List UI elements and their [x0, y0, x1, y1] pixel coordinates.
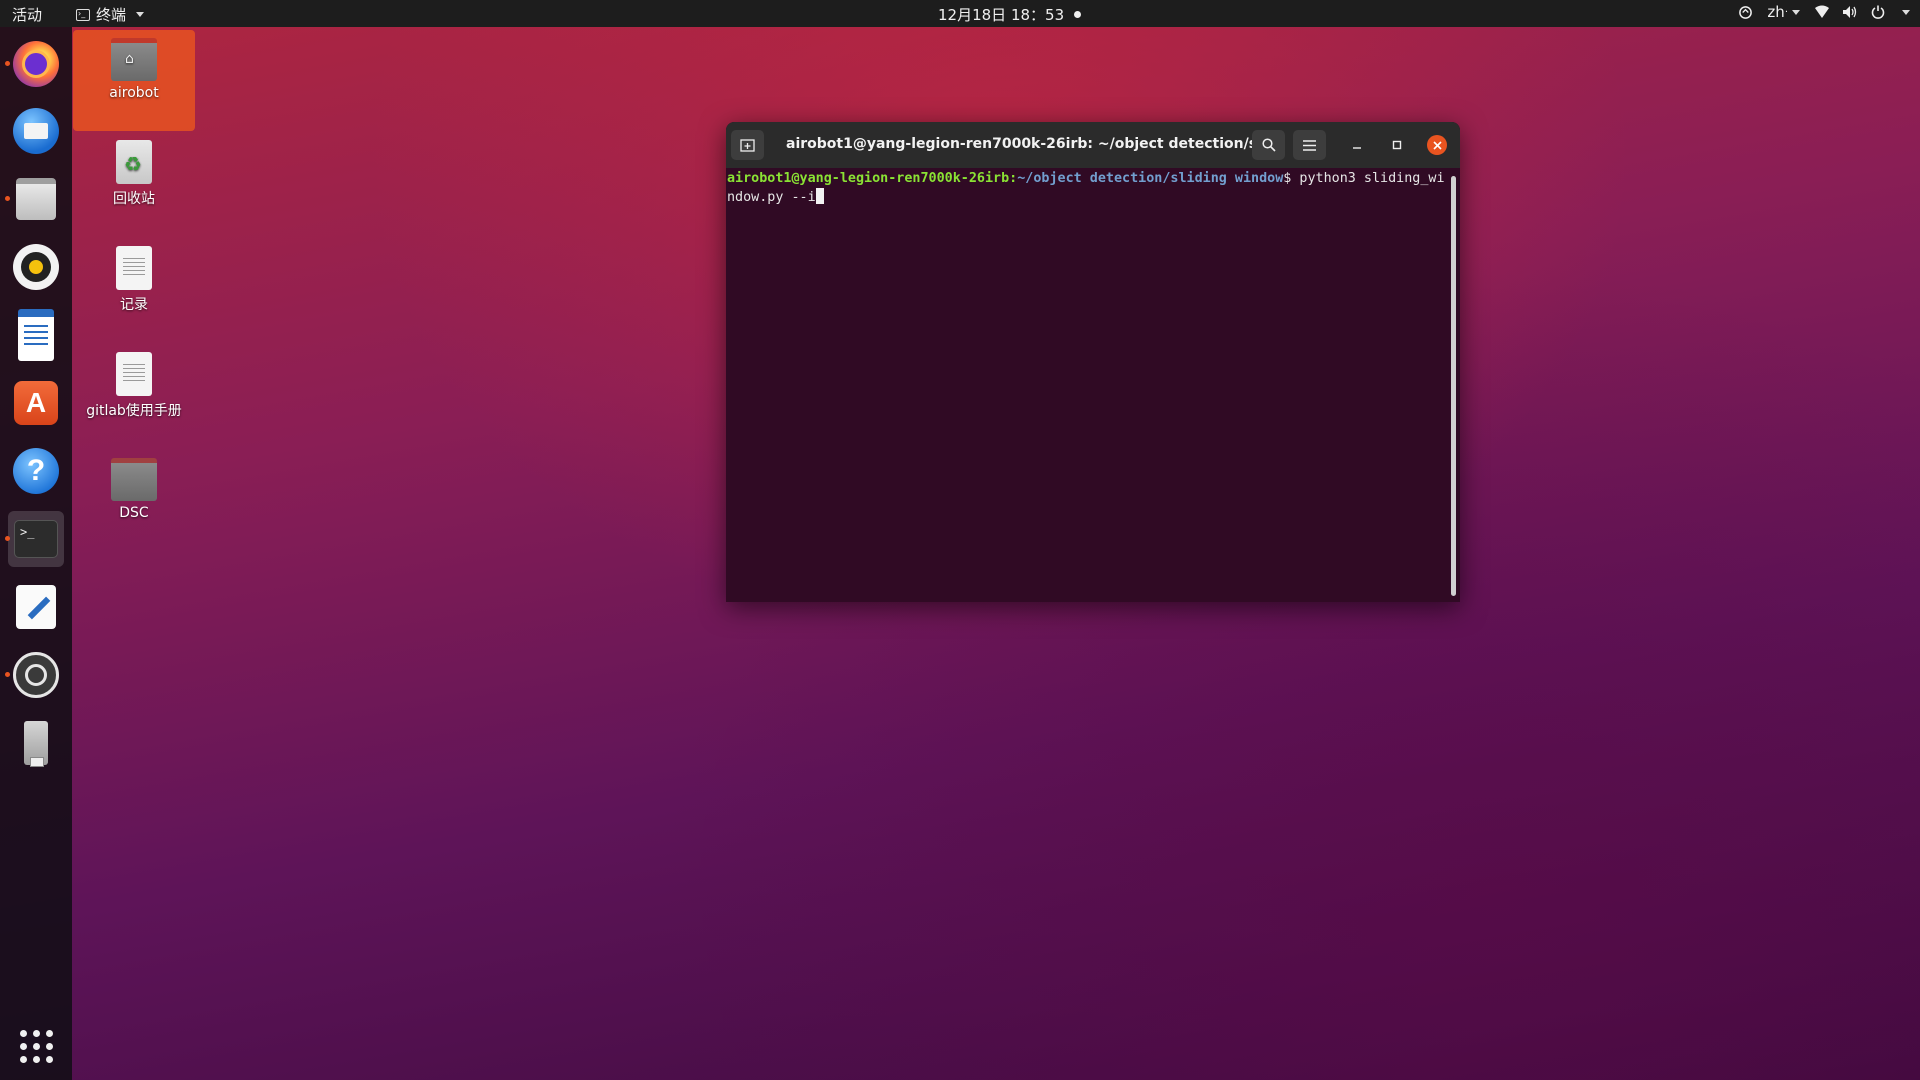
dock-item-rhythmbox[interactable] — [8, 239, 64, 295]
running-indicator — [5, 61, 10, 66]
notification-dot-icon — [1074, 11, 1082, 18]
input-method-icon: · — [1784, 6, 1788, 18]
status-menu[interactable] — [1814, 4, 1910, 20]
terminal-icon: ›_ — [76, 8, 90, 21]
software-store-icon: A — [14, 381, 58, 425]
document-icon — [116, 246, 152, 290]
text-editor-icon — [16, 585, 56, 629]
desktop-icon-label: DSC — [119, 505, 149, 521]
input-method-selector[interactable]: zh · — [1767, 3, 1800, 21]
terminal-output[interactable]: airobot1@yang-legion-ren7000k-26irb:~/ob… — [727, 170, 1447, 600]
power-icon — [1870, 4, 1886, 20]
wifi-icon — [1814, 4, 1830, 20]
desktop-icon-notes[interactable]: 记录 — [73, 246, 195, 314]
dock-item-files[interactable] — [5, 171, 64, 227]
minimize-button[interactable] — [1347, 135, 1367, 155]
text-cursor — [815, 188, 824, 204]
dock-item-software[interactable]: A — [8, 375, 64, 431]
prompt-path: ~/object detection/sliding window — [1017, 171, 1284, 186]
help-icon: ? — [13, 448, 59, 494]
dock-item-terminal[interactable]: >_ — [5, 511, 64, 567]
close-button[interactable] — [1427, 135, 1447, 155]
new-tab-icon — [740, 138, 755, 152]
scrollbar[interactable] — [1451, 176, 1456, 596]
maximize-button[interactable] — [1387, 135, 1407, 155]
volume-icon — [1842, 4, 1858, 20]
firefox-icon — [13, 41, 59, 87]
search-button[interactable] — [1252, 130, 1285, 160]
window-title: airobot1@yang-legion-ren7000k-26irb: ~/o… — [786, 136, 1266, 152]
desktop-icon-label: gitlab使用手册 — [86, 403, 182, 419]
chevron-down-icon — [136, 12, 145, 17]
top-bar: 活动 ›_ 终端 12月18日 18：53 zh · — [0, 0, 1920, 27]
terminal-headerbar[interactable]: airobot1@yang-legion-ren7000k-26irb: ~/o… — [726, 122, 1460, 168]
obs-icon — [13, 652, 59, 698]
desktop-icon-gitlab-manual[interactable]: gitlab使用手册 — [73, 352, 195, 420]
activities-button[interactable]: 活动 — [12, 4, 42, 25]
system-tray: zh · — [1737, 3, 1910, 21]
running-indicator — [5, 672, 10, 677]
usb-drive-icon — [24, 721, 48, 767]
dock-item-obs[interactable] — [5, 647, 64, 703]
desktop-icon-trash[interactable]: ♻ 回收站 — [73, 140, 195, 208]
dock-item-usb-drive[interactable] — [8, 715, 64, 771]
prompt-symbol: $ — [1283, 171, 1300, 186]
chevron-down-icon — [1902, 9, 1910, 15]
desktop-icon-label: 记录 — [120, 297, 148, 313]
datetime-label: 12月18日 18：53 — [938, 6, 1065, 24]
folder-icon — [111, 458, 157, 501]
dock-item-firefox[interactable] — [5, 36, 64, 92]
terminal-icon: >_ — [14, 520, 58, 558]
trash-icon: ♻ — [116, 140, 152, 184]
desktop-icon-home[interactable]: ⌂ airobot — [73, 30, 195, 131]
app-menu-label: 终端 — [96, 6, 127, 24]
dock: A ? >_ — [0, 27, 72, 1080]
dock-item-text-editor[interactable] — [8, 579, 64, 635]
maximize-icon — [1392, 140, 1402, 150]
menu-button[interactable] — [1293, 130, 1326, 160]
hamburger-menu-icon — [1303, 139, 1316, 151]
rhythmbox-icon — [13, 244, 59, 290]
clock-button[interactable]: 12月18日 18：53 — [938, 4, 1082, 25]
files-icon — [16, 178, 56, 220]
close-icon — [1432, 140, 1442, 150]
search-icon — [1261, 138, 1276, 152]
dock-item-thunderbird[interactable] — [8, 103, 64, 159]
home-folder-icon: ⌂ — [111, 38, 157, 81]
thunderbird-icon — [13, 108, 59, 154]
running-indicator — [5, 196, 10, 201]
new-tab-button[interactable] — [731, 130, 764, 160]
desktop-icon-label: 回收站 — [113, 191, 155, 207]
chevron-down-icon — [1792, 9, 1800, 15]
desktop-icon-dsc[interactable]: DSC — [73, 458, 195, 521]
minimize-icon — [1353, 147, 1361, 149]
terminal-window[interactable]: airobot1@yang-legion-ren7000k-26irb: ~/o… — [726, 122, 1460, 602]
network-sync-icon[interactable] — [1737, 4, 1753, 20]
prompt-user: airobot1@yang-legion-ren7000k-26irb — [727, 171, 1010, 186]
writer-icon — [18, 309, 54, 361]
document-icon — [116, 352, 152, 396]
app-grid-icon[interactable] — [20, 1030, 53, 1063]
dock-item-help[interactable]: ? — [8, 443, 64, 499]
desktop-icon-label: airobot — [109, 85, 159, 101]
dock-item-writer[interactable] — [8, 307, 64, 363]
input-method-label: zh — [1767, 3, 1785, 21]
app-menu[interactable]: ›_ 终端 — [76, 4, 145, 25]
running-indicator — [5, 536, 10, 541]
